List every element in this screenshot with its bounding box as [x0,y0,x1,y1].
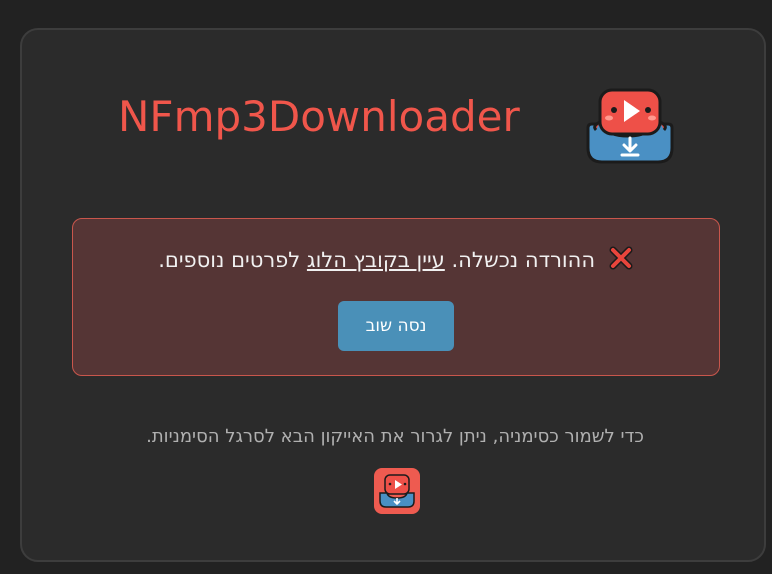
close-x-icon [609,246,633,270]
error-message: ההורדה נכשלה. עיין בקובץ הלוג לפרטים נוס… [73,245,719,272]
app-logo-icon [586,88,674,164]
log-file-link[interactable]: עיין בקובץ הלוג [307,248,445,272]
error-text-end: לפרטים נוספים. [158,248,301,272]
header: NFmp3Downloader [22,86,768,166]
app-logo-icon [379,474,415,508]
bookmark-hint: כדי לשמור כסימניה, ניתן לגרור את האייקון… [146,426,644,447]
retry-button[interactable]: נסה שוב [338,301,454,351]
app-title: NFmp3Downloader [118,92,520,141]
error-text-start: ההורדה נכשלה. [451,248,596,272]
error-alert: ההורדה נכשלה. עיין בקובץ הלוג לפרטים נוס… [72,218,720,376]
main-card: NFmp3Downloader ההורדה נכשלה. עיין בקובץ… [20,28,766,562]
bookmark-drag-icon[interactable] [374,468,420,514]
